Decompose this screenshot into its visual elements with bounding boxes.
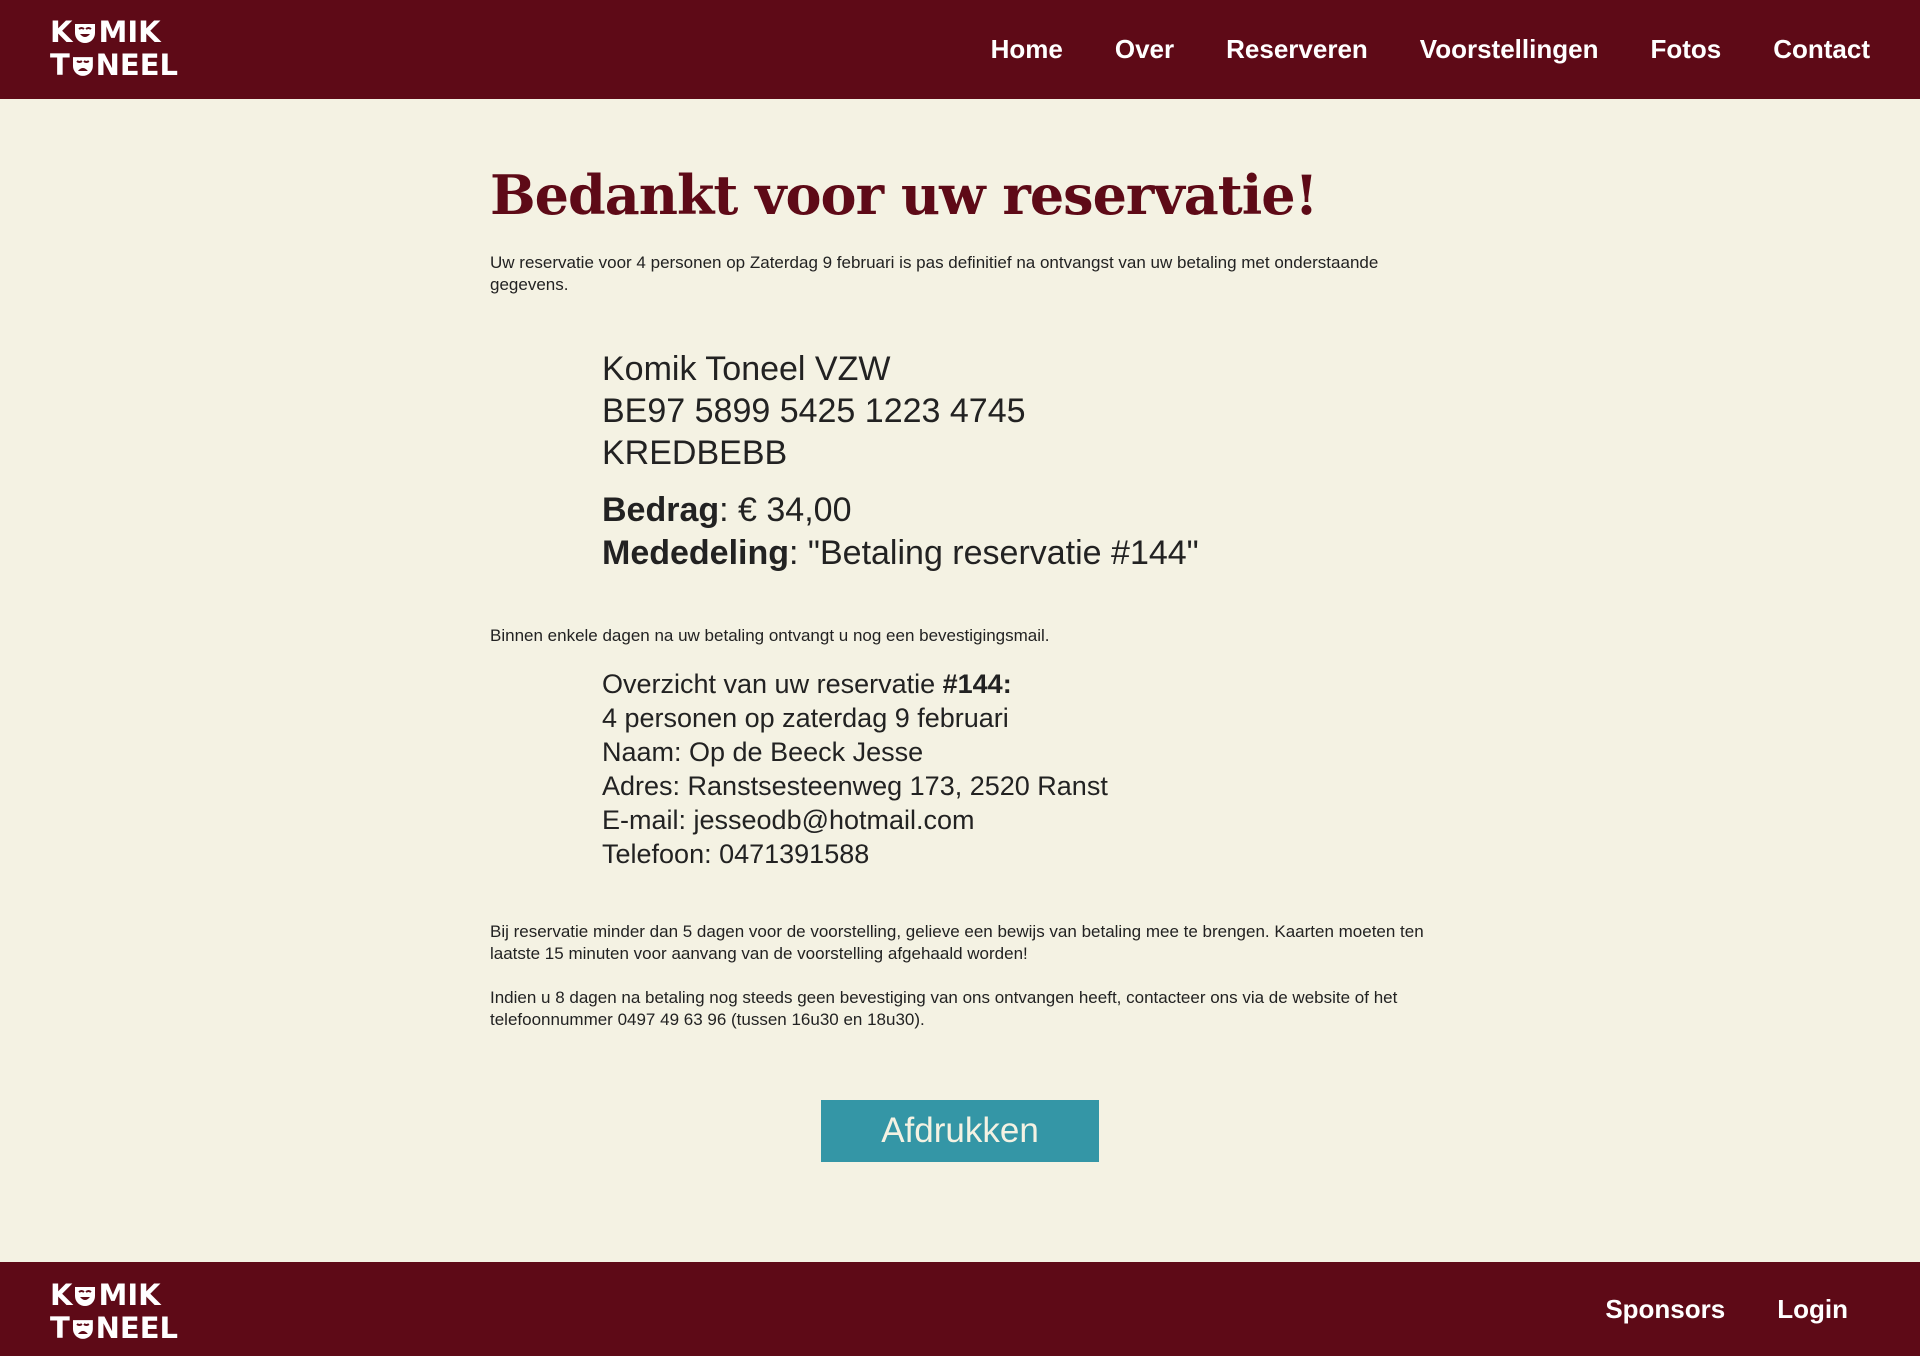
site-logo[interactable]: K MIK T NEEL [50, 16, 178, 82]
confirmation-note: Binnen enkele dagen na uw betaling ontva… [490, 626, 1050, 645]
amount-value: : € 34,00 [719, 491, 852, 529]
overview-line-persons: 4 personen op zaterdag 9 februari [602, 703, 1009, 733]
payment-amount: Bedrag: € 34,00 [602, 489, 1450, 532]
message-value: : "Betaling reservatie #144" [789, 534, 1199, 572]
logo-text: NEEL [95, 48, 178, 82]
nav-reserveren[interactable]: Reserveren [1226, 34, 1368, 65]
amount-label: Bedrag [602, 491, 720, 529]
footer-logo[interactable]: K MIK T NEEL [50, 1279, 178, 1345]
message-label: Mededeling [602, 534, 790, 572]
logo-line-bottom: T NEEL [50, 1312, 178, 1345]
logo-letter: K [50, 15, 73, 49]
logo-line-bottom: T NEEL [50, 49, 178, 82]
payment-details: Bedrag: € 34,00 Mededeling: "Betaling re… [602, 489, 1450, 575]
payment-message: Mededeling: "Betaling reservatie #144" [602, 532, 1450, 575]
main-nav: Home Over Reserveren Voorstellingen Foto… [939, 0, 1870, 99]
overview-line-name: Naam: Op de Beeck Jesse [602, 737, 924, 767]
overview-heading-text: Overzicht van uw reservatie [602, 669, 943, 699]
theatre-mask-icon [72, 56, 93, 76]
print-button[interactable]: Afdrukken [821, 1100, 1099, 1162]
page-title: Bedankt voor uw reservatie! [490, 163, 1318, 227]
nav-over[interactable]: Over [1115, 34, 1174, 65]
logo-line-top: K MIK [50, 1279, 178, 1312]
footer-link-login[interactable]: Login [1777, 1294, 1848, 1325]
logo-letter: T [50, 1311, 70, 1345]
theatre-mask-icon [75, 23, 96, 43]
bank-bic: KREDBEBB [602, 434, 788, 472]
main-content: Bedankt voor uw reservatie! Uw reservati… [490, 160, 1450, 1031]
logo-text: MIK [98, 1278, 161, 1312]
site-header: K MIK T NEEL Home Over Reserveren Voorst… [0, 0, 1920, 99]
contact-note: Indien u 8 dagen na betaling nog steeds … [490, 988, 1398, 1029]
overview-line-address: Adres: Ranstsesteenweg 173, 2520 Ranst [602, 771, 1108, 801]
site-footer: K MIK T NEEL Sponsors Login [0, 1262, 1920, 1356]
logo-letter: K [50, 1278, 73, 1312]
nav-home[interactable]: Home [991, 34, 1063, 65]
overview-line-email: E-mail: jesseodb@hotmail.com [602, 805, 975, 835]
bank-iban: BE97 5899 5425 1223 4745 [602, 392, 1026, 430]
bank-details: Komik Toneel VZW BE97 5899 5425 1223 474… [602, 348, 1450, 474]
reservation-number: #144: [942, 669, 1012, 699]
nav-voorstellingen[interactable]: Voorstellingen [1420, 34, 1599, 65]
nav-fotos[interactable]: Fotos [1650, 34, 1721, 65]
logo-text: MIK [98, 15, 161, 49]
overview-line-phone: Telefoon: 0471391588 [602, 839, 870, 869]
pickup-rules-note: Bij reservatie minder dan 5 dagen voor d… [490, 922, 1424, 963]
footer-nav: Sponsors Login [1553, 1262, 1848, 1356]
overview-heading: Overzicht van uw reservatie #144: [602, 667, 1450, 701]
footer-link-sponsors[interactable]: Sponsors [1605, 1294, 1725, 1325]
logo-line-top: K MIK [50, 16, 178, 49]
nav-contact[interactable]: Contact [1773, 34, 1870, 65]
logo-text: NEEL [95, 1311, 178, 1345]
reservation-overview: Overzicht van uw reservatie #144: 4 pers… [602, 667, 1450, 871]
theatre-mask-icon [72, 1319, 93, 1339]
theatre-mask-icon [75, 1286, 96, 1306]
intro-text: Uw reservatie voor 4 personen op Zaterda… [490, 253, 1379, 294]
bank-account-name: Komik Toneel VZW [602, 350, 891, 388]
logo-letter: T [50, 48, 70, 82]
